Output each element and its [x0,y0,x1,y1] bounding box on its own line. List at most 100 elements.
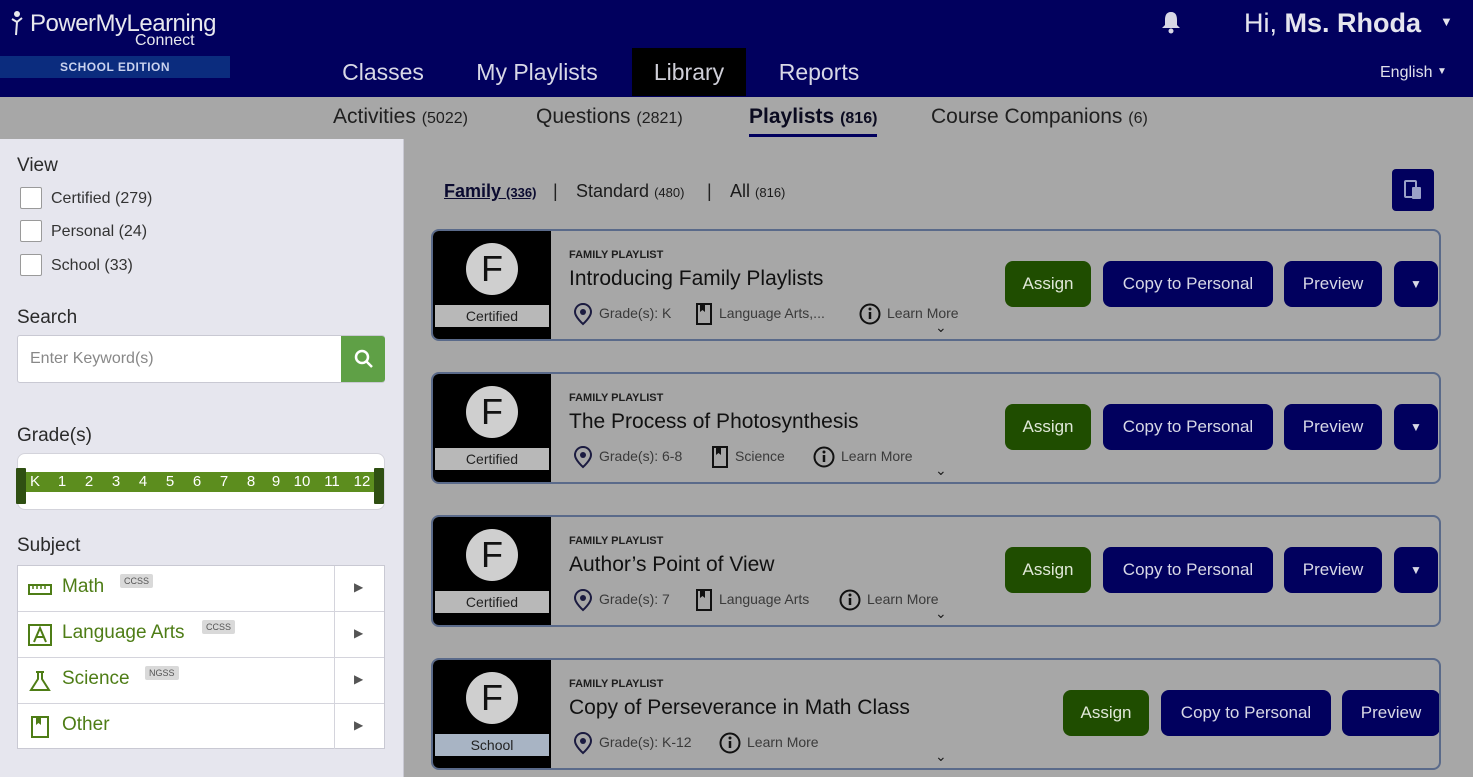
playlist-title[interactable]: Copy of Perseverance in Math Class [569,696,910,720]
playlist-card[interactable]: F School FAMILY PLAYLIST Copy of Perseve… [431,658,1441,770]
nav-library[interactable]: Library [632,48,746,96]
tab-activities[interactable]: Activities (5022) [333,105,468,129]
copy-to-personal-button[interactable]: Copy to Personal [1103,261,1273,307]
more-options-button[interactable]: ▼ [1394,547,1438,593]
tab-playlists[interactable]: Playlists (816) [749,105,878,137]
playlist-card[interactable]: F Certified FAMILY PLAYLIST Introducing … [431,229,1441,341]
playlist-type: FAMILY PLAYLIST [569,535,664,547]
row-divider [334,612,335,657]
grade-slider-track[interactable]: K 1 2 3 4 5 6 7 8 9 10 11 12 [18,472,384,492]
tab-course-companions[interactable]: Course Companions (6) [931,105,1148,129]
expand-arrow-icon[interactable]: ▶ [354,672,363,686]
chevron-down-icon[interactable]: ⌄ [935,462,947,479]
row-divider [334,704,335,749]
more-options-button[interactable]: ▼ [1394,261,1438,307]
brand-logo[interactable]: PowerMyLearning Connect SCHOOL EDITION [0,0,232,90]
learn-more-link[interactable]: Learn More [839,587,939,611]
subject-text: Language Arts,... [719,305,825,321]
tab-questions-count: (2821) [636,110,683,127]
preview-button[interactable]: Preview [1284,261,1382,307]
learn-more-text: Learn More [841,448,913,464]
tab-playlists-label: Playlists [749,105,835,128]
learn-more-link[interactable]: Learn More [813,444,913,468]
row-divider [334,658,335,703]
grade-range-slider[interactable]: K 1 2 3 4 5 6 7 8 9 10 11 12 [16,453,385,510]
assign-button[interactable]: Assign [1005,404,1091,450]
subject-item-other[interactable]: Other ▶ [18,704,384,750]
filter-all-count: (816) [755,185,786,200]
grade-text: Grade(s): 6-8 [599,448,683,464]
grade-label: 8 [246,473,256,490]
playlist-title[interactable]: Introducing Family Playlists [569,267,823,291]
tab-activities-label: Activities [333,105,416,128]
preview-button[interactable]: Preview [1342,690,1439,736]
user-menu-caret-icon[interactable]: ▼ [1440,14,1453,29]
subject-name: Other [62,714,110,735]
location-pin-icon [573,446,593,469]
standard-tag: CCSS [202,620,236,634]
grade-label: 1 [57,473,67,490]
learn-more-link[interactable]: Learn More [719,730,819,754]
playlist-card[interactable]: F Certified FAMILY PLAYLIST Author’s Poi… [431,515,1441,627]
certified-checkbox[interactable] [20,187,42,209]
view-toggle-button[interactable] [1392,169,1434,211]
user-greeting[interactable]: Hi, Ms. Rhoda [1244,8,1421,39]
grade-min-handle[interactable] [16,468,26,504]
copy-to-personal-button[interactable]: Copy to Personal [1161,690,1331,736]
preview-button[interactable]: Preview [1284,547,1382,593]
filter-family[interactable]: Family (336) [444,181,536,202]
chevron-down-icon[interactable]: ⌄ [935,605,947,622]
playlist-title[interactable]: Author’s Point of View [569,553,774,577]
expand-arrow-icon[interactable]: ▶ [354,718,363,732]
personal-checkbox[interactable] [20,220,42,242]
preview-button[interactable]: Preview [1284,404,1382,450]
copy-to-personal-button[interactable]: Copy to Personal [1103,404,1273,450]
subject-item-science[interactable]: Science NGSS ▶ [18,658,384,704]
subject-item-math[interactable]: Math CCSS ▶ [18,566,384,612]
brand-subname: Connect [135,32,195,49]
tab-course-companions-count: (6) [1128,110,1148,127]
subject-meta: Science [711,444,785,469]
nav-my-playlists[interactable]: My Playlists [460,48,614,96]
assign-button[interactable]: Assign [1005,261,1091,307]
bookmark-icon [696,303,712,326]
filter-all-label: All [730,181,751,201]
info-icon [859,303,881,325]
language-selector[interactable]: English ▼ [1380,64,1447,82]
greeting-text: Hi, [1244,8,1277,38]
search-input[interactable] [18,336,340,382]
personal-label: Personal (24) [51,223,148,240]
search-button[interactable] [341,336,385,382]
copy-to-personal-button[interactable]: Copy to Personal [1103,547,1273,593]
chevron-down-icon[interactable]: ⌄ [935,319,947,336]
filter-all[interactable]: All (816) [730,181,785,202]
view-heading: View [17,155,58,176]
subject-item-language-arts[interactable]: Language Arts CCSS ▶ [18,612,384,658]
filter-standard[interactable]: Standard (480) [576,181,684,202]
school-checkbox[interactable] [20,254,42,276]
location-pin-icon [573,303,593,326]
location-pin-icon [573,589,593,612]
badge-letter: F [466,243,518,295]
location-pin-icon [573,732,593,755]
top-bar: PowerMyLearning Connect SCHOOL EDITION C… [0,0,1473,97]
nav-classes[interactable]: Classes [326,48,440,96]
tab-questions[interactable]: Questions (2821) [536,105,683,129]
playlist-card[interactable]: F Certified FAMILY PLAYLIST The Process … [431,372,1441,484]
grade-max-handle[interactable] [374,468,384,504]
assign-button[interactable]: Assign [1005,547,1091,593]
expand-arrow-icon[interactable]: ▶ [354,626,363,640]
bell-icon[interactable] [1160,10,1182,34]
grade-meta: Grade(s): 7 [573,587,670,612]
user-name: Ms. Rhoda [1284,8,1422,38]
nav-reports[interactable]: Reports [762,48,876,96]
playlist-title[interactable]: The Process of Photosynthesis [569,410,858,434]
library-tabs: Activities (5022) Questions (2821) Playl… [0,97,1473,139]
more-options-button[interactable]: ▼ [1394,404,1438,450]
expand-arrow-icon[interactable]: ▶ [354,580,363,594]
chevron-down-icon[interactable]: ⌄ [935,748,947,765]
grade-label: 5 [165,473,175,490]
filter-sidebar: View Certified (279) Personal (24) Schoo… [0,139,404,777]
grade-label: 10 [293,473,311,490]
assign-button[interactable]: Assign [1063,690,1149,736]
